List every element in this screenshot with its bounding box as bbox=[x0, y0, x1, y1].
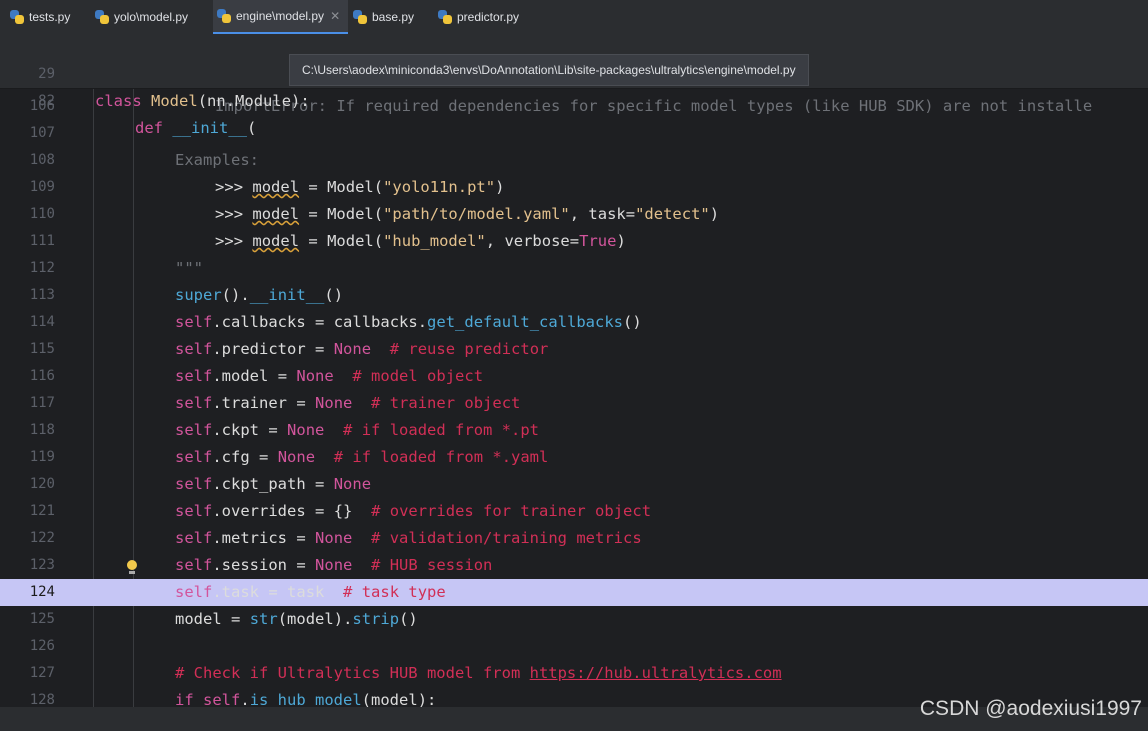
code-editor[interactable]: 106 ImportError: If required dependencies… bbox=[0, 88, 1148, 707]
line-number: 126 bbox=[29, 638, 55, 654]
code-text: >>> model = Model("yolo11n.pt") bbox=[215, 178, 505, 196]
line-number: 110 bbox=[29, 206, 55, 222]
code-text: """ bbox=[175, 259, 203, 277]
code-line[interactable]: 121 self.overrides = {} # overrides for t… bbox=[0, 498, 1148, 525]
watermark: CSDN @aodexiusi1997 bbox=[919, 697, 1142, 720]
line-number: 118 bbox=[29, 422, 55, 438]
code-text: Examples: bbox=[175, 151, 259, 169]
tab-label: predictor.py bbox=[457, 10, 520, 24]
code-text: if self.is_hub_model(model): bbox=[175, 691, 437, 707]
code-line[interactable]: 117 self.trainer = None # trainer object bbox=[0, 390, 1148, 417]
line-number: 82 bbox=[38, 93, 55, 109]
tab-predictor-py[interactable]: predictor.py bbox=[438, 0, 538, 34]
line-number: 111 bbox=[29, 233, 55, 249]
code-text: def __init__( bbox=[135, 119, 257, 137]
code-line[interactable]: 125 model = str(model).strip() bbox=[0, 606, 1148, 633]
tab-label: yolo\model.py bbox=[114, 10, 189, 24]
code-line[interactable]: 127 # Check if Ultralytics HUB model from… bbox=[0, 660, 1148, 687]
line-number: 115 bbox=[29, 341, 55, 357]
code-line[interactable]: 119 self.cfg = None # if loaded from *.ya… bbox=[0, 444, 1148, 471]
code-line[interactable]: 124 self.task = task # task type bbox=[0, 579, 1148, 606]
code-line[interactable]: 115 self.predictor = None # reuse predict… bbox=[0, 336, 1148, 363]
line-number: 124 bbox=[29, 584, 55, 600]
line-number: 112 bbox=[29, 260, 55, 276]
line-number: 120 bbox=[29, 476, 55, 492]
tab-label: base.py bbox=[372, 10, 415, 24]
line-number: 128 bbox=[29, 692, 55, 707]
code-text: self.cfg = None # if loaded from *.yaml bbox=[175, 448, 549, 466]
code-line[interactable]: 118 self.ckpt = None # if loaded from *.p… bbox=[0, 417, 1148, 444]
line-number: 119 bbox=[29, 449, 55, 465]
code-line[interactable]: 120 self.ckpt_path = None bbox=[0, 471, 1148, 498]
code-text: ImportError: If required dependencies fo… bbox=[215, 97, 1093, 115]
editor-tab-bar: tests.py yolo\model.py engine\model.py ✕… bbox=[0, 0, 1148, 35]
code-text: class Model(nn.Module): bbox=[95, 92, 310, 110]
code-line[interactable]: 110 >>> model = Model("path/to/model.yaml… bbox=[0, 201, 1148, 228]
code-line[interactable]: 111 >>> model = Model("hub_model", verbos… bbox=[0, 228, 1148, 255]
line-number: 121 bbox=[29, 503, 55, 519]
line-number: 113 bbox=[29, 287, 55, 303]
code-text: self.ckpt = None # if loaded from *.pt bbox=[175, 421, 540, 439]
code-text: >>> model = Model("hub_model", verbose=T… bbox=[215, 232, 626, 250]
python-file-icon bbox=[438, 10, 452, 24]
lightbulb-icon[interactable] bbox=[127, 560, 137, 574]
line-number: 116 bbox=[29, 368, 55, 384]
line-number: 117 bbox=[29, 395, 55, 411]
tab-yolo-model-py[interactable]: yolo\model.py bbox=[95, 0, 210, 34]
code-text: self.task = task # task type bbox=[175, 583, 446, 601]
code-text: >>> model = Model("path/to/model.yaml", … bbox=[215, 205, 720, 223]
code-line[interactable]: 126 bbox=[0, 633, 1148, 660]
file-path-tooltip: C:\Users\aodex\miniconda3\envs\DoAnnotat… bbox=[289, 54, 809, 86]
code-text: self.metrics = None # validation/trainin… bbox=[175, 529, 642, 547]
code-text: self.trainer = None # trainer object bbox=[175, 394, 521, 412]
line-number: 114 bbox=[29, 314, 55, 330]
line-number: 125 bbox=[29, 611, 55, 627]
tab-tests-py[interactable]: tests.py bbox=[10, 0, 90, 34]
code-line[interactable]: 123 self.session = None # HUB session bbox=[0, 552, 1148, 579]
code-text: self.callbacks = callbacks.get_default_c… bbox=[175, 313, 642, 331]
line-number: 122 bbox=[29, 530, 55, 546]
code-text: # Check if Ultralytics HUB model from ht… bbox=[175, 664, 782, 682]
code-line[interactable]: 112 """ bbox=[0, 255, 1148, 282]
code-line[interactable]: 116 self.model = None # model object bbox=[0, 363, 1148, 390]
python-file-icon bbox=[217, 9, 231, 23]
python-file-icon bbox=[10, 10, 24, 24]
line-number: 109 bbox=[29, 179, 55, 195]
python-file-icon bbox=[353, 10, 367, 24]
code-text: model = str(model).strip() bbox=[175, 610, 418, 628]
code-text: self.overrides = {} # overrides for trai… bbox=[175, 502, 652, 520]
code-line[interactable]: 108 Examples: bbox=[0, 147, 1148, 174]
code-text: self.model = None # model object bbox=[175, 367, 484, 385]
code-text: self.ckpt_path = None bbox=[175, 475, 372, 493]
code-line[interactable]: 109 >>> model = Model("yolo11n.pt") bbox=[0, 174, 1148, 201]
tab-engine-model-py[interactable]: engine\model.py ✕ bbox=[213, 0, 348, 34]
line-number: 127 bbox=[29, 665, 55, 681]
line-number: 123 bbox=[29, 557, 55, 573]
code-line[interactable]: 122 self.metrics = None # validation/trai… bbox=[0, 525, 1148, 552]
python-file-icon bbox=[95, 10, 109, 24]
code-text: self.predictor = None # reuse predictor bbox=[175, 340, 549, 358]
tab-base-py[interactable]: base.py bbox=[353, 0, 433, 34]
tab-label: tests.py bbox=[29, 10, 71, 24]
tab-label: engine\model.py bbox=[236, 9, 325, 23]
code-text: self.session = None # HUB session bbox=[175, 556, 493, 574]
close-tab-icon[interactable]: ✕ bbox=[330, 9, 340, 23]
code-text: super().__init__() bbox=[175, 286, 344, 304]
code-line[interactable]: 113 super().__init__() bbox=[0, 282, 1148, 309]
code-line[interactable]: 114 self.callbacks = callbacks.get_defaul… bbox=[0, 309, 1148, 336]
